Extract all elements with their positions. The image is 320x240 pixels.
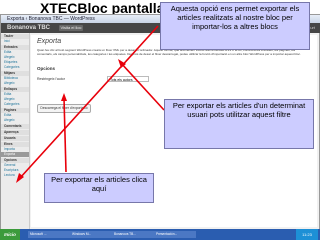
- sidebar-item-exporta[interactable]: Exporta: [1, 152, 29, 157]
- admin-sidebar: Tauler Inici Entrades Edita Afegeix Etiquetes…: [1, 33, 30, 231]
- taskbar-task[interactable]: Windows M...: [70, 231, 112, 238]
- site-name[interactable]: Bonanova TBC: [7, 23, 50, 33]
- callout-export-info: Aquesta opció ens permet exportar els ar…: [160, 2, 310, 50]
- author-filter-label: Restringeix l'autor: [37, 77, 65, 81]
- options-heading: Opcions: [37, 66, 56, 71]
- callout-author-filter: Per exportar els articles d'un determina…: [164, 99, 314, 149]
- window-title: Exporta ‹ Bonanova TBC — WordPress: [7, 16, 95, 22]
- os-taskbar: Inicio 11:23 Microsoft ... Windows M... Bo…: [0, 229, 320, 240]
- callout-download: Per exportar els articles clica aquí: [44, 173, 154, 203]
- sidebar-item-inici[interactable]: Inici: [1, 39, 29, 44]
- author-filter-select[interactable]: Tots els autors: [107, 76, 149, 82]
- taskbar-task[interactable]: Bonanova TB...: [112, 231, 154, 238]
- page-title: Exporta: [37, 38, 62, 45]
- visit-site-button[interactable]: Visita el lloc: [59, 25, 83, 31]
- sidebar-item-usuaris[interactable]: Usuaris: [1, 136, 29, 141]
- taskbar-clock: 11:23: [296, 229, 318, 240]
- sidebar-item-categories[interactable]: Categories: [1, 102, 29, 107]
- start-button[interactable]: Inicio: [0, 229, 20, 240]
- sidebar-item-afegeix[interactable]: Afegeix: [1, 118, 29, 123]
- sidebar-item-aparen-a[interactable]: Aparença: [1, 130, 29, 135]
- sidebar-item-comentaris[interactable]: Comentaris: [1, 124, 29, 129]
- download-export-button[interactable]: Descarrega el fitxer d'exportació: [37, 104, 91, 113]
- sidebar-item-categories[interactable]: Categories: [1, 65, 29, 70]
- sidebar-item-afegeix[interactable]: Afegeix: [1, 81, 29, 86]
- taskbar-task[interactable]: Microsoft ...: [28, 231, 70, 238]
- taskbar-task[interactable]: Presentación...: [154, 231, 196, 238]
- sidebar-item-lectura[interactable]: Lectura: [1, 173, 29, 178]
